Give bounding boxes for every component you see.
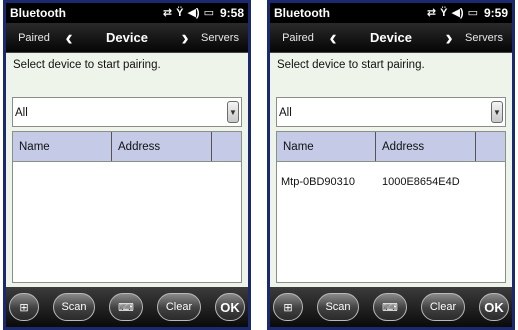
keyboard-button[interactable]: ⌨ — [109, 293, 143, 321]
status-title: Bluetooth — [274, 6, 330, 20]
column-address[interactable]: Address — [376, 132, 476, 161]
list-item[interactable]: Mtp-0BD90310 1000E8654E4D — [277, 168, 505, 196]
windows-start-icon: ⊞ — [19, 301, 29, 314]
sync-icon[interactable]: ⇄ — [163, 7, 172, 19]
prompt-text: Select device to start pairing. — [277, 59, 425, 71]
no-signal-icon[interactable]: Ÿ — [176, 7, 183, 19]
tab-paired[interactable]: Paired — [8, 32, 60, 44]
screen-inner: Bluetooth ⇄ Ÿ ◀) ▭ 9:59 Paired ‹ Device … — [270, 3, 512, 327]
keyboard-icon: ⌨ — [382, 301, 398, 314]
chevron-left-icon[interactable]: ‹ — [324, 26, 342, 49]
tab-servers[interactable]: Servers — [458, 32, 510, 44]
clear-button[interactable]: Clear — [421, 293, 465, 321]
status-bar: Bluetooth ⇄ Ÿ ◀) ▭ 9:59 — [270, 3, 512, 23]
scan-button[interactable]: Scan — [53, 293, 95, 321]
device-filter-select[interactable]: All ▼ — [12, 97, 242, 127]
windows-start-icon: ⊞ — [283, 301, 293, 314]
no-signal-icon[interactable]: Ÿ — [440, 7, 447, 19]
volume-icon[interactable]: ◀) — [451, 7, 463, 19]
device-name: Mtp-0BD90310 — [281, 176, 355, 188]
softkey-bar: ⊞ Scan ⌨ Clear OK — [270, 287, 512, 327]
chevron-left-icon[interactable]: ‹ — [60, 26, 78, 49]
status-icons: ⇄ Ÿ ◀) ▭ 9:59 — [427, 6, 508, 20]
tab-device: Device — [370, 30, 412, 45]
ok-button[interactable]: OK — [215, 293, 245, 321]
device-screen-2: Bluetooth ⇄ Ÿ ◀) ▭ 9:59 Paired ‹ Device … — [267, 0, 515, 330]
list-header: Name Address — [13, 132, 241, 162]
screen-inner: Bluetooth ⇄ Ÿ ◀) ▭ 9:58 Paired ‹ Device … — [6, 3, 248, 327]
chevron-right-icon[interactable]: › — [440, 26, 458, 49]
windows-start-button[interactable]: ⊞ — [273, 293, 303, 321]
content-area: Select device to start pairing. All ▼ Na… — [270, 53, 512, 287]
keyboard-button[interactable]: ⌨ — [373, 293, 407, 321]
softkey-bar: ⊞ Scan ⌨ Clear OK — [6, 287, 248, 327]
clock[interactable]: 9:59 — [484, 6, 508, 20]
status-title: Bluetooth — [10, 6, 66, 20]
keyboard-icon: ⌨ — [118, 301, 134, 314]
column-address[interactable]: Address — [112, 132, 212, 161]
filter-value: All — [15, 107, 28, 119]
battery-icon[interactable]: ▭ — [468, 7, 478, 19]
device-screen-1: Bluetooth ⇄ Ÿ ◀) ▭ 9:58 Paired ‹ Device … — [3, 0, 251, 330]
column-name[interactable]: Name — [277, 132, 376, 161]
dropdown-arrow-icon[interactable]: ▼ — [491, 101, 503, 123]
content-area: Select device to start pairing. All ▼ Na… — [6, 53, 248, 287]
windows-start-button[interactable]: ⊞ — [9, 293, 39, 321]
scan-button[interactable]: Scan — [317, 293, 359, 321]
prompt-text: Select device to start pairing. — [13, 59, 161, 71]
battery-icon[interactable]: ▭ — [204, 7, 214, 19]
status-bar: Bluetooth ⇄ Ÿ ◀) ▭ 9:58 — [6, 3, 248, 23]
sync-icon[interactable]: ⇄ — [427, 7, 436, 19]
nav-bar: Paired ‹ Device › Servers — [270, 23, 512, 53]
device-list[interactable]: Name Address Mtp-0BD90310 1000E8654E4D — [276, 131, 506, 283]
column-name[interactable]: Name — [13, 132, 112, 161]
device-list[interactable]: Name Address — [12, 131, 242, 283]
ok-button[interactable]: OK — [479, 293, 509, 321]
tab-device: Device — [106, 30, 148, 45]
chevron-right-icon[interactable]: › — [176, 26, 194, 49]
list-header: Name Address — [277, 132, 505, 162]
column-spacer — [212, 132, 241, 161]
filter-value: All — [279, 107, 292, 119]
dropdown-arrow-icon[interactable]: ▼ — [227, 101, 239, 123]
clear-button[interactable]: Clear — [157, 293, 201, 321]
volume-icon[interactable]: ◀) — [187, 7, 199, 19]
device-filter-select[interactable]: All ▼ — [276, 97, 506, 127]
tab-paired[interactable]: Paired — [272, 32, 324, 44]
status-icons: ⇄ Ÿ ◀) ▭ 9:58 — [163, 6, 244, 20]
nav-bar: Paired ‹ Device › Servers — [6, 23, 248, 53]
column-spacer — [476, 132, 505, 161]
clock[interactable]: 9:58 — [220, 6, 244, 20]
device-address: 1000E8654E4D — [382, 176, 460, 188]
tab-servers[interactable]: Servers — [194, 32, 246, 44]
